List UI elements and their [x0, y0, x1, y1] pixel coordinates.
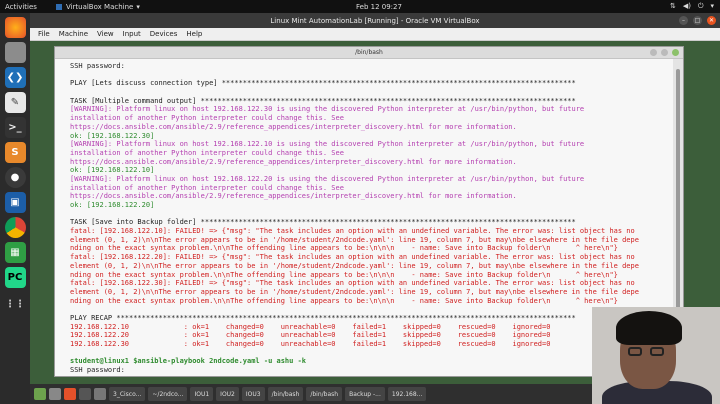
terminal-line: TASK [Multiple command output] *********… — [70, 96, 576, 105]
host-dock: ❮❯ ✎ >_ S ● ▣ ▦ PC ⋮⋮ — [0, 13, 30, 404]
text-editor-icon[interactable]: ✎ — [4, 92, 26, 113]
menu-input[interactable]: Input — [123, 30, 141, 38]
terminal-line: fatal: [192.168.122.30]: FAILED! => {"ms… — [70, 279, 635, 288]
spreadsheet-icon[interactable]: ▦ — [4, 242, 26, 263]
terminal-line: nding on the exact syntax problem.\n\nTh… — [70, 270, 618, 279]
minimize-button[interactable]: – — [679, 16, 688, 25]
terminal-line: nding on the exact syntax problem.\n\nTh… — [70, 244, 618, 253]
terminal-line: student@linux1 $ansible-playbook 2ndcode… — [70, 357, 307, 366]
terminal-line: 192.168.122.10 : ok=1 changed=0 unreacha… — [70, 322, 551, 331]
terminal-line: installation of another Python interpret… — [70, 148, 344, 157]
terminal-line: SSH password: — [70, 366, 125, 375]
system-tray[interactable]: ⇅ ◀) ⏻ ▾ — [670, 2, 714, 11]
vm-menu-bar: File Machine View Input Devices Help — [30, 28, 720, 41]
terminal-launcher-icon[interactable] — [79, 388, 91, 400]
menu-file[interactable]: File — [38, 30, 50, 38]
apps-grid-icon[interactable]: ⋮⋮ — [5, 294, 26, 315]
vm-window-title: Linux Mint AutomationLab [Running] - Ora… — [270, 16, 480, 25]
terminal-line: nding on the exact syntax problem.\n\nTh… — [70, 296, 618, 305]
vscode-icon[interactable]: ❮❯ — [4, 67, 26, 88]
terminal-line: TASK [Save into Backup folder] *********… — [70, 218, 576, 227]
taskbar-item[interactable]: ~/2ndco... — [148, 387, 188, 401]
firefox-launcher-icon[interactable] — [64, 388, 76, 400]
taskbar-item[interactable]: /bin/bash — [306, 387, 343, 401]
taskbar-item[interactable]: IOU2 — [216, 387, 239, 401]
terminal-line: ok: [192.168.122.30] — [70, 131, 155, 140]
terminal-line: [WARNING]: Platform linux on host 192.16… — [70, 140, 585, 149]
terminal-minimize-button[interactable] — [650, 49, 657, 56]
terminal-line: PLAY RECAP *****************************… — [70, 313, 576, 322]
taskbar-item[interactable]: IOU1 — [190, 387, 214, 401]
close-button[interactable]: ✕ — [707, 16, 716, 25]
taskbar-item[interactable]: Backup -... — [345, 387, 385, 401]
taskbar-item[interactable]: 192.168... — [387, 387, 427, 401]
taskbar-item[interactable]: /bin/bash — [267, 387, 304, 401]
terminal-line: fatal: [192.168.122.20]: FAILED! => {"ms… — [70, 253, 635, 262]
app-menu-label: VirtualBox Machine — [65, 2, 134, 11]
sublime-icon[interactable]: S — [4, 142, 26, 163]
terminal-line: element (0, 1, 2)\n\nThe error appears t… — [70, 287, 639, 296]
obs-icon[interactable]: ● — [4, 167, 26, 188]
terminal-icon[interactable]: >_ — [4, 117, 26, 138]
terminal-line: 192.168.122.20 : ok=1 changed=0 unreacha… — [70, 331, 551, 340]
terminal-line: [WARNING]: Platform linux on host 192.16… — [70, 105, 585, 114]
vm-title-bar[interactable]: Linux Mint AutomationLab [Running] - Ora… — [30, 13, 720, 28]
menu-devices[interactable]: Devices — [150, 30, 178, 38]
app-menu[interactable]: VirtualBox Machine ▾ — [55, 3, 140, 11]
terminal-line: element (0, 1, 2)\n\nThe error appears t… — [70, 261, 639, 270]
network-icon: ⇅ — [669, 2, 676, 10]
mint-menu-icon[interactable] — [34, 388, 46, 400]
terminal-window[interactable]: /bin/bash SSH password: PLAY [Lets discu… — [54, 46, 684, 377]
terminal-line: installation of another Python interpret… — [70, 183, 344, 192]
terminal-close-button[interactable] — [672, 49, 679, 56]
virtualbox-icon[interactable]: ▣ — [4, 192, 26, 213]
pycharm-icon[interactable]: PC — [4, 267, 26, 288]
maximize-button[interactable]: □ — [693, 16, 702, 25]
terminal-title: /bin/bash — [355, 49, 383, 56]
glasses-right — [650, 347, 664, 356]
activities-button[interactable]: Activities — [5, 3, 37, 11]
menu-help[interactable]: Help — [186, 30, 202, 38]
terminal-line: https://docs.ansible.com/ansible/2.9/ref… — [70, 157, 517, 166]
menu-machine[interactable]: Machine — [59, 30, 88, 38]
files-launcher-icon[interactable] — [94, 388, 106, 400]
terminal-line: installation of another Python interpret… — [70, 114, 344, 123]
terminal-line: element (0, 1, 2)\n\nThe error appears t… — [70, 235, 639, 244]
presenter-hair — [616, 311, 682, 345]
host-top-bar: Activities VirtualBox Machine ▾ Feb 12 0… — [0, 0, 720, 13]
terminal-line: fatal: [192.168.122.10]: FAILED! => {"ms… — [70, 227, 635, 236]
terminal-line: https://docs.ansible.com/ansible/2.9/ref… — [70, 192, 517, 201]
terminal-output[interactable]: SSH password: PLAY [Lets discuss connect… — [55, 59, 673, 376]
clock[interactable]: Feb 12 09:27 — [356, 3, 402, 11]
terminal-line: https://docs.ansible.com/ansible/2.9/ref… — [70, 122, 517, 131]
taskbar-item[interactable]: IOU3 — [241, 387, 265, 401]
files-icon[interactable] — [4, 42, 26, 63]
terminal-line: [WARNING]: Platform linux on host 192.16… — [70, 174, 585, 183]
power-icon: ⏻ — [697, 2, 704, 10]
menu-view[interactable]: View — [97, 30, 114, 38]
virtualbox-small-icon — [55, 3, 62, 10]
terminal-line: ok: [192.168.122.20] — [70, 201, 155, 209]
terminal-title-bar[interactable]: /bin/bash — [55, 47, 683, 59]
terminal-line: 192.168.122.30 : ok=1 changed=0 unreacha… — [70, 340, 551, 348]
terminal-line: ok: [192.168.122.10] — [70, 166, 155, 175]
chrome-icon[interactable] — [4, 217, 26, 238]
chevron-down-icon: ▾ — [136, 2, 140, 11]
terminal-line: PLAY [Lets discuss connection type] ****… — [70, 79, 576, 88]
firefox-icon[interactable] — [4, 17, 26, 38]
taskbar-item[interactable]: 3_Cisco... — [109, 387, 146, 401]
terminal-maximize-button[interactable] — [661, 49, 668, 56]
chevron-down-icon: ▾ — [710, 2, 714, 10]
terminal-line: SSH password: — [70, 62, 125, 70]
glasses-left — [628, 347, 642, 356]
volume-icon: ◀) — [682, 2, 691, 10]
show-desktop-icon[interactable] — [49, 388, 61, 400]
webcam-overlay — [592, 307, 720, 404]
